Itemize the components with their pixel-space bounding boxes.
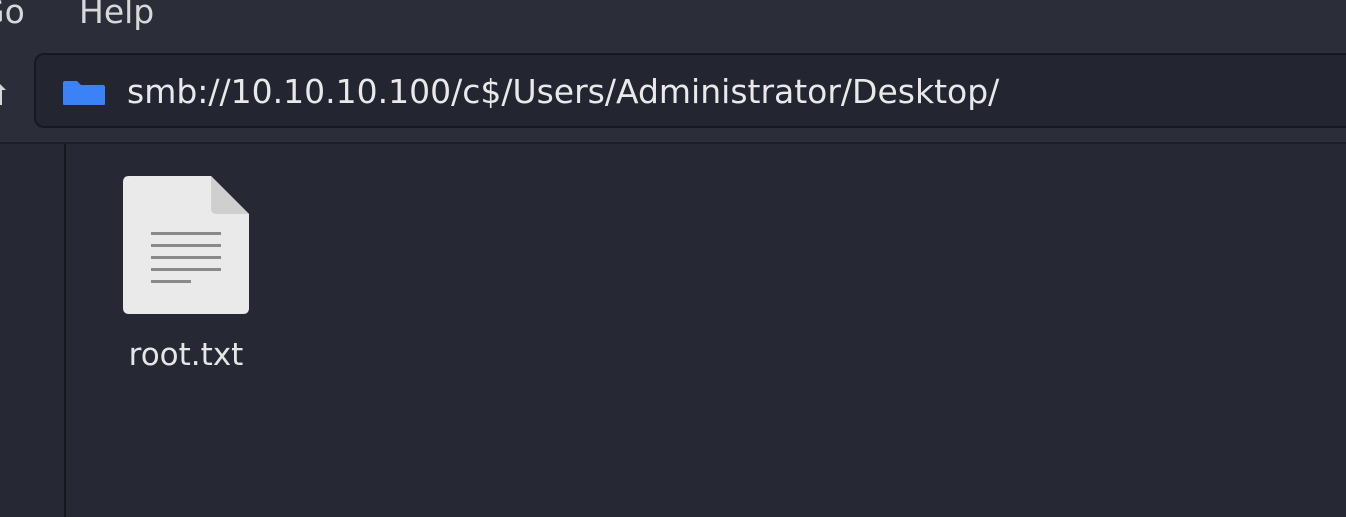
- folder-icon: [63, 81, 105, 105]
- file-manager-window: Go Help smb://10.10.10.100/c$/Users/Admi…: [0, 0, 1346, 517]
- text-file-icon: [123, 176, 249, 314]
- menu-go[interactable]: Go: [0, 0, 25, 32]
- arrow-up-icon: [0, 84, 6, 105]
- go-up-button[interactable]: [0, 77, 8, 107]
- menu-help[interactable]: Help: [79, 0, 154, 32]
- sidebar: [0, 144, 66, 517]
- file-view: root.txt: [66, 144, 1346, 517]
- file-name-label: root.txt: [128, 337, 244, 373]
- toolbar: smb://10.10.10.100/c$/Users/Administrato…: [0, 42, 1346, 144]
- location-bar[interactable]: smb://10.10.10.100/c$/Users/Administrato…: [34, 53, 1346, 128]
- file-item-root-txt[interactable]: root.txt: [106, 174, 266, 384]
- menu-bar: Go Help: [0, 0, 1346, 42]
- location-path[interactable]: smb://10.10.10.100/c$/Users/Administrato…: [127, 72, 999, 112]
